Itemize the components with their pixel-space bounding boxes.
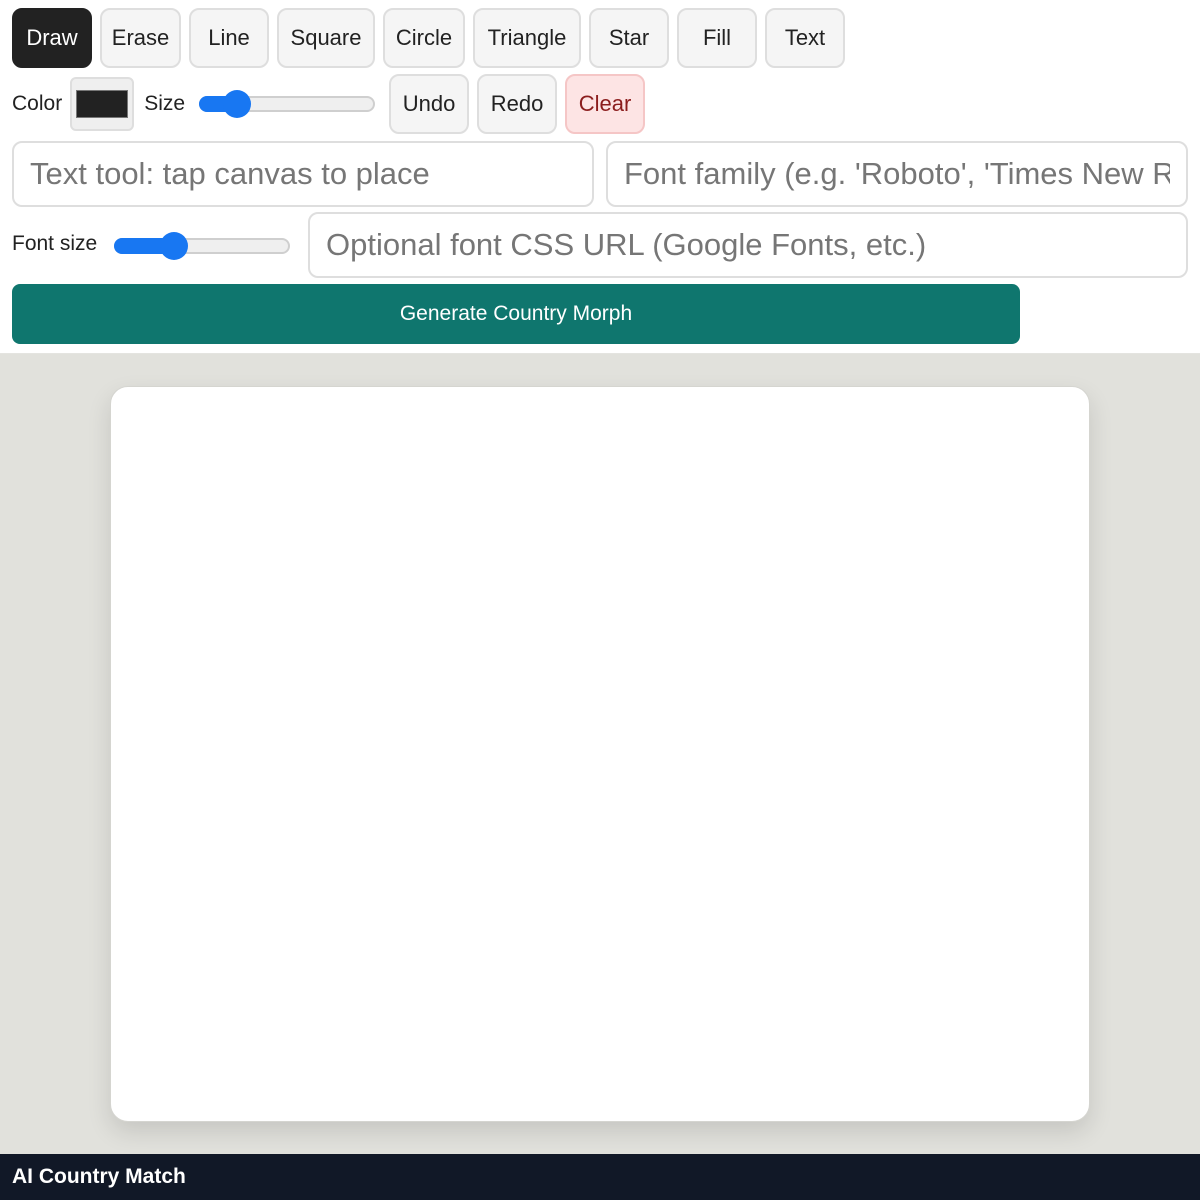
tool-fill-button[interactable]: Fill xyxy=(677,8,757,68)
font-family-input[interactable] xyxy=(606,141,1188,207)
tool-triangle-button[interactable]: Triangle xyxy=(473,8,581,68)
undo-button[interactable]: Undo xyxy=(389,74,470,134)
color-picker[interactable] xyxy=(70,77,135,131)
tool-star-button[interactable]: Star xyxy=(589,8,669,68)
controls-row: Color Size Undo Redo Clear xyxy=(12,74,653,134)
toolbar: Draw Erase Line Square Circle Triangle S… xyxy=(0,0,1200,354)
tool-square-button[interactable]: Square xyxy=(277,8,375,68)
drawing-canvas[interactable] xyxy=(110,386,1090,1122)
tool-erase-button[interactable]: Erase xyxy=(100,8,181,68)
size-slider-thumb[interactable] xyxy=(222,90,251,118)
redo-button[interactable]: Redo xyxy=(477,74,558,134)
tool-text-button[interactable]: Text xyxy=(765,8,845,68)
text-input[interactable] xyxy=(12,141,594,207)
generate-button[interactable]: Generate Country Morph xyxy=(12,284,1020,344)
clear-button[interactable]: Clear xyxy=(565,74,646,134)
font-size-slider[interactable] xyxy=(114,231,290,261)
tool-draw-button[interactable]: Draw xyxy=(12,8,92,68)
font-url-input[interactable] xyxy=(308,212,1188,278)
color-swatch xyxy=(76,90,129,118)
size-label: Size xyxy=(144,92,186,115)
color-label: Color xyxy=(12,92,63,115)
font-size-slider-thumb[interactable] xyxy=(159,232,188,260)
font-size-label: Font size xyxy=(12,232,98,255)
app-title: AI Country Match xyxy=(12,1165,186,1188)
footer-bar: AI Country Match xyxy=(0,1154,1200,1200)
tool-line-button[interactable]: Line xyxy=(189,8,269,68)
canvas-stage xyxy=(0,354,1200,1154)
tool-row: Draw Erase Line Square Circle Triangle S… xyxy=(12,8,853,68)
size-slider[interactable] xyxy=(199,89,376,119)
tool-circle-button[interactable]: Circle xyxy=(383,8,465,68)
